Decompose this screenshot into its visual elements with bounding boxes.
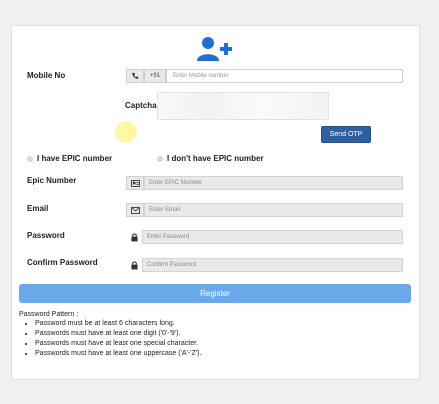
password-input[interactable]: Enter Password [142,230,403,244]
pattern-rule: Passwords must have at least one upperca… [35,349,201,359]
epic-yes-radio[interactable]: I have EPIC number [27,154,112,163]
epic-no-radio[interactable]: I don't have EPIC number [157,154,264,163]
mobile-input[interactable]: Enter Mobile number [166,69,403,83]
lock-icon [126,230,142,244]
pattern-rules: Password must be at least 6 characters l… [19,319,201,359]
radio-circle[interactable] [157,155,163,162]
cursor-highlight [115,121,137,143]
pattern-rule: Passwords must have at least one special… [35,339,201,349]
send-otp-button[interactable]: Send OTP [321,126,371,143]
pattern-title: Password Pattern : [19,311,79,318]
email-label: Email [27,204,49,213]
phone-icon [126,69,144,83]
epic-yes-label: I have EPIC number [37,154,113,163]
add-user-icon [197,37,232,61]
mobile-label: Mobile No [27,71,66,80]
country-code: +91 [144,69,166,83]
register-button[interactable]: Register [19,284,411,303]
pattern-rule: Password must be at least 6 characters l… [35,319,201,329]
epic-label: Epic Number [27,176,77,185]
lock-icon [126,258,142,272]
captcha-image [157,92,329,120]
epic-no-label: I don't have EPIC number [167,154,264,163]
epic-input[interactable]: Enter EPIC Number [144,176,403,190]
pattern-rule: Passwords must have at least one digit (… [35,329,201,339]
email-input[interactable]: Enter Email [144,203,403,217]
mail-icon [126,203,144,217]
confirm-password-label: Confirm Password [27,258,98,267]
radio-circle[interactable] [27,155,33,162]
confirm-password-input[interactable]: Confirm Password [142,258,403,272]
password-pattern: Password Pattern : Password must be at l… [19,311,201,359]
captcha-label: Captcha [125,101,157,110]
id-card-icon [126,176,144,190]
password-label: Password [27,231,65,240]
